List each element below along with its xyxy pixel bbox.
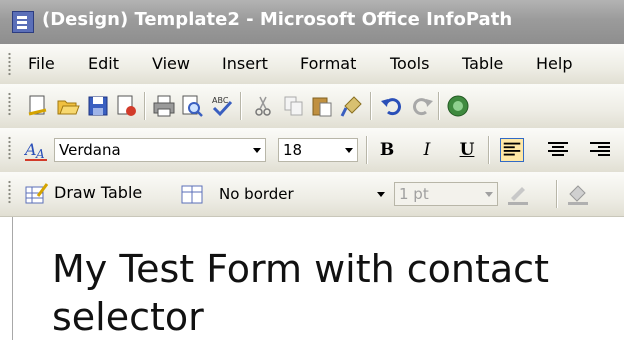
open-icon[interactable] [56, 94, 80, 118]
menu-tools[interactable]: Tools [390, 54, 429, 73]
italic-button[interactable]: I [414, 138, 440, 162]
svg-text:A: A [24, 140, 37, 159]
toolbar-separator [370, 92, 372, 120]
bold-button[interactable]: B [374, 138, 400, 162]
font-name-select[interactable]: Verdana [54, 138, 266, 162]
underline-button[interactable]: U [454, 138, 480, 162]
publish-icon[interactable] [114, 94, 138, 118]
spelling-icon[interactable]: ABC [210, 94, 234, 118]
menu-format[interactable]: Format [300, 54, 356, 73]
paste-icon[interactable] [310, 94, 334, 118]
form-title[interactable]: My Test Form with contact selector [52, 245, 612, 341]
border-style-icon[interactable] [180, 182, 204, 206]
tables-toolbar: Draw Table No border 1 pt [0, 172, 624, 217]
border-style-value: No border [219, 185, 294, 203]
help-icon[interactable] [446, 94, 470, 118]
form-design-canvas[interactable]: My Test Form with contact selector [0, 217, 624, 340]
format-painter-icon[interactable] [340, 94, 364, 118]
save-icon[interactable] [86, 94, 110, 118]
toolbar-separator [438, 92, 440, 120]
chevron-down-icon [377, 192, 385, 197]
draw-table-label: Draw Table [54, 183, 143, 202]
menu-edit[interactable]: Edit [88, 54, 119, 73]
cut-icon[interactable] [252, 94, 276, 118]
formatting-toolbar: AA Verdana 18 B I U [0, 128, 624, 173]
align-right-icon[interactable] [588, 138, 612, 162]
align-left-icon[interactable] [500, 138, 524, 162]
toolbar-separator [240, 92, 242, 120]
menu-view[interactable]: View [152, 54, 190, 73]
border-style-select[interactable]: No border [214, 182, 390, 206]
print-preview-icon[interactable] [180, 94, 204, 118]
undo-icon[interactable] [380, 94, 404, 118]
toolbar-separator [366, 136, 368, 164]
formatting-toolbar-grip[interactable] [8, 136, 11, 160]
menu-table[interactable]: Table [462, 54, 503, 73]
new-icon[interactable] [26, 94, 50, 118]
font-name-value: Verdana [59, 141, 121, 159]
tables-toolbar-grip[interactable] [8, 180, 11, 204]
menu-insert[interactable]: Insert [222, 54, 268, 73]
menu-file[interactable]: File [28, 54, 55, 73]
font-size-select[interactable]: 18 [278, 138, 358, 162]
standard-toolbar-grip[interactable] [8, 92, 11, 116]
title-bar: (Design) Template2 - Microsoft Office In… [0, 0, 624, 44]
menu-bar-grip[interactable] [8, 52, 11, 76]
svg-text:ABC: ABC [212, 96, 229, 105]
border-width-value: 1 pt [399, 185, 429, 203]
toolbar-separator [488, 136, 490, 164]
shading-icon[interactable] [566, 182, 590, 206]
font-style-icon[interactable]: AA [24, 138, 48, 162]
redo-icon[interactable] [410, 94, 434, 118]
draw-table-button[interactable]: Draw Table [24, 182, 166, 206]
svg-text:A: A [35, 147, 45, 161]
canvas-margin-line [12, 217, 13, 340]
copy-icon[interactable] [282, 94, 306, 118]
align-center-icon[interactable] [546, 138, 570, 162]
print-icon[interactable] [152, 94, 176, 118]
border-width-select[interactable]: 1 pt [394, 182, 498, 206]
standard-toolbar: ABC [0, 84, 624, 129]
font-size-value: 18 [283, 141, 303, 159]
toolbar-separator [556, 180, 558, 208]
border-color-icon[interactable] [506, 182, 530, 206]
menu-bar: File Edit View Insert Format Tools Table… [0, 44, 624, 85]
chevron-down-icon [345, 148, 353, 153]
draw-table-icon [25, 183, 48, 204]
window-title: (Design) Template2 - Microsoft Office In… [42, 9, 513, 30]
toolbar-separator [144, 92, 146, 120]
chevron-down-icon [253, 148, 261, 153]
infopath-app-icon[interactable] [12, 11, 34, 33]
chevron-down-icon [485, 192, 493, 197]
menu-help[interactable]: Help [536, 54, 572, 73]
